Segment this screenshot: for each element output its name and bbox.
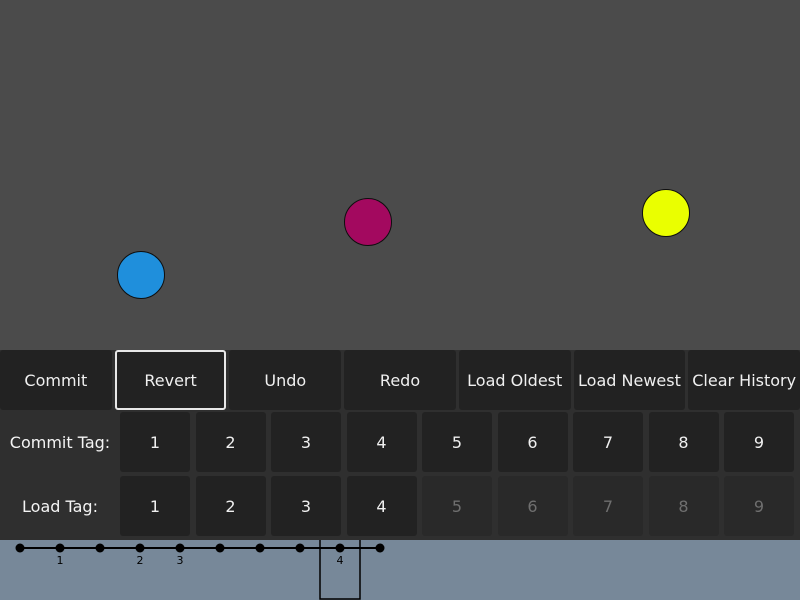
load-tag-9-button: 9 (724, 476, 794, 536)
timeline-node[interactable] (55, 543, 65, 553)
history-timeline[interactable]: 1 2 3 4 (0, 540, 800, 600)
timeline-graph: 1 2 3 4 (15, 540, 385, 600)
commit-tag-8-button[interactable]: 8 (648, 412, 719, 472)
action-bar: Commit Revert Undo Redo Load Oldest Load… (0, 350, 800, 410)
blue-ball[interactable] (117, 251, 165, 299)
purple-ball[interactable] (344, 198, 392, 246)
timeline-node[interactable] (215, 543, 225, 553)
timeline-tag-label: 3 (177, 554, 184, 567)
load-oldest-button[interactable]: Load Oldest (458, 350, 571, 410)
timeline-node[interactable] (135, 543, 145, 553)
timeline-tag-label: 4 (337, 554, 344, 567)
commit-tag-3-button[interactable]: 3 (271, 412, 341, 472)
history-control-panel: Commit Revert Undo Redo Load Oldest Load… (0, 350, 800, 540)
load-newest-button[interactable]: Load Newest (573, 350, 686, 410)
commit-tag-5-button[interactable]: 5 (422, 412, 492, 472)
timeline-node[interactable] (95, 543, 105, 553)
timeline-node[interactable] (255, 543, 265, 553)
timeline-node[interactable] (15, 543, 25, 553)
timeline-tag-label: 1 (57, 554, 64, 567)
timeline-node[interactable] (295, 543, 305, 553)
commit-tag-4-button[interactable]: 4 (346, 412, 417, 472)
yellow-ball[interactable] (642, 189, 690, 237)
load-tag-2-button[interactable]: 2 (195, 476, 266, 536)
undo-button[interactable]: Undo (229, 350, 342, 410)
load-tag-label: Load Tag: (0, 476, 120, 536)
load-tag-3-button[interactable]: 3 (271, 476, 341, 536)
timeline-tag-label: 2 (137, 554, 144, 567)
simulation-canvas[interactable] (0, 0, 800, 350)
commit-button[interactable]: Commit (0, 350, 112, 410)
timeline-node[interactable] (175, 543, 185, 553)
load-tag-7-button: 7 (573, 476, 643, 536)
commit-tag-7-button[interactable]: 7 (573, 412, 643, 472)
commit-tag-2-button[interactable]: 2 (195, 412, 266, 472)
load-tag-5-button: 5 (422, 476, 492, 536)
load-tag-1-button[interactable]: 1 (120, 476, 190, 536)
clear-history-button[interactable]: Clear History (688, 350, 800, 410)
timeline-node[interactable] (335, 543, 345, 553)
redo-button[interactable]: Redo (344, 350, 456, 410)
timeline-node[interactable] (375, 543, 385, 553)
load-tag-6-button: 6 (497, 476, 568, 536)
load-tag-8-button: 8 (648, 476, 719, 536)
commit-tag-6-button[interactable]: 6 (497, 412, 568, 472)
commit-tag-label: Commit Tag: (0, 412, 120, 472)
load-tag-4-button[interactable]: 4 (346, 476, 417, 536)
load-tag-row: Load Tag: 1 2 3 4 5 6 7 8 9 (0, 476, 800, 538)
commit-tag-row: Commit Tag: 1 2 3 4 5 6 7 8 9 (0, 412, 800, 474)
commit-tag-9-button[interactable]: 9 (724, 412, 794, 472)
revert-button[interactable]: Revert (114, 350, 227, 410)
commit-tag-1-button[interactable]: 1 (120, 412, 190, 472)
